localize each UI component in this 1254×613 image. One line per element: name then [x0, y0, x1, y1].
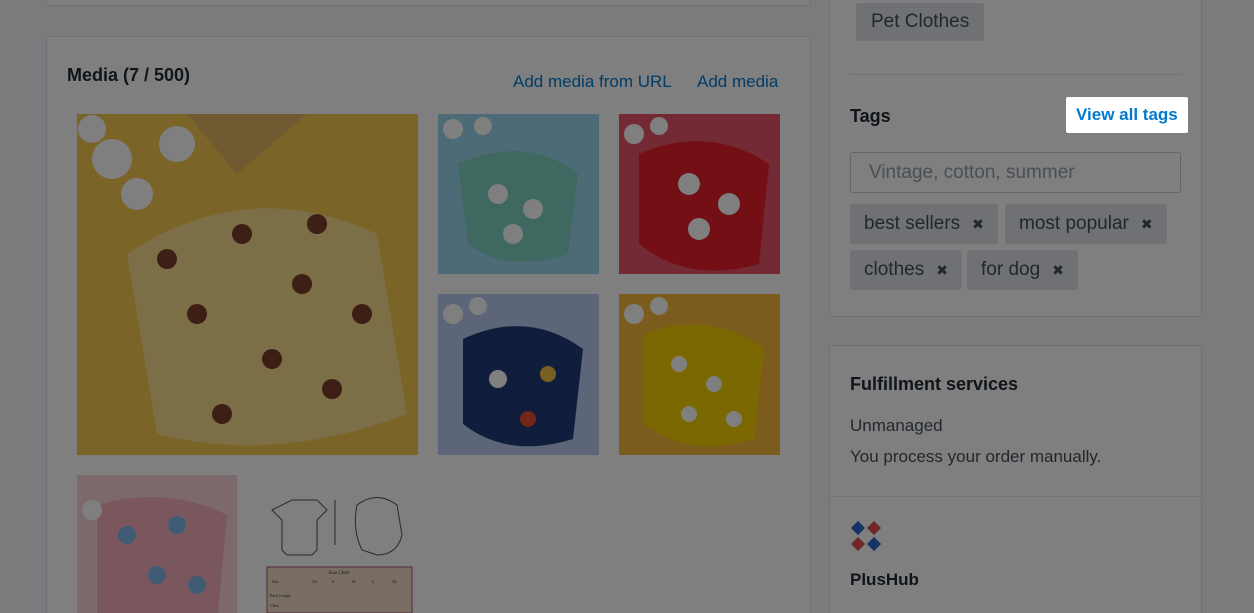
tag-label: most popular [1019, 213, 1129, 234]
media-title: Media (7 / 500) [67, 65, 191, 85]
media-thumbnail-pink-lion[interactable] [77, 475, 237, 613]
fulfillment-title: Fulfillment services [850, 374, 1019, 394]
tag-chip: best sellers ✖ [850, 204, 998, 244]
add-media-from-url-link[interactable]: Add media from URL [513, 72, 672, 92]
tag-chip: most popular ✖ [1005, 204, 1167, 244]
media-thumbnail-teal-lion[interactable] [438, 114, 599, 274]
tag-label: best sellers [864, 213, 961, 234]
size-chart-col-size: Size [272, 579, 279, 584]
provider-name: PlusHub [850, 570, 919, 589]
media-card: Media (7 / 500) Add media from URL Add m… [46, 36, 811, 613]
add-media-link[interactable]: Add media [697, 72, 778, 92]
media-thumbnail-size-chart[interactable]: Size Chart Size XS S M L XL Back Length … [257, 475, 417, 613]
tag-label: for dog [981, 259, 1041, 280]
view-all-tags-link[interactable]: View all tags [1066, 97, 1188, 133]
size-chart-title: Size Chart [329, 571, 351, 576]
remove-tag-icon[interactable]: ✖ [1141, 204, 1153, 244]
top-card [46, 0, 811, 6]
section-divider [850, 74, 1181, 75]
size-chart-size-2: M [352, 579, 356, 584]
tag-chip: for dog ✖ [967, 250, 1078, 290]
tags-title: Tags [850, 106, 891, 126]
remove-tag-icon[interactable]: ✖ [972, 204, 984, 244]
section-divider [830, 496, 1201, 497]
tags-input[interactable]: Vintage, cotton, summer [850, 152, 1181, 193]
size-chart-row-chest: Chest [270, 603, 280, 608]
fulfillment-status: Unmanaged [850, 416, 943, 435]
organization-card: Pet Clothes Tags View all tags Vintage, … [829, 0, 1202, 317]
remove-tag-icon[interactable]: ✖ [936, 250, 948, 290]
remove-tag-icon[interactable]: ✖ [1052, 250, 1064, 290]
tag-chip: clothes ✖ [850, 250, 962, 290]
size-chart-row-back: Back Length [270, 593, 291, 598]
product-type-badge: Pet Clothes [856, 3, 985, 41]
media-thumbnail-yellow-duck[interactable] [619, 294, 780, 455]
tag-label: clothes [864, 259, 925, 280]
media-thumbnail-navy-unicorn[interactable] [438, 294, 599, 455]
size-chart-size-0: XS [312, 579, 317, 584]
fulfillment-description: You process your order manually. [850, 447, 1102, 466]
size-chart-size-4: XL [392, 579, 398, 584]
fulfillment-card: Fulfillment services Unmanaged You proce… [829, 345, 1202, 613]
media-thumbnail-yellow-bear[interactable] [77, 114, 418, 455]
plushub-logo-icon [850, 520, 882, 552]
size-chart-size-1: S [332, 579, 334, 584]
media-thumbnail-red-cat[interactable] [619, 114, 780, 274]
